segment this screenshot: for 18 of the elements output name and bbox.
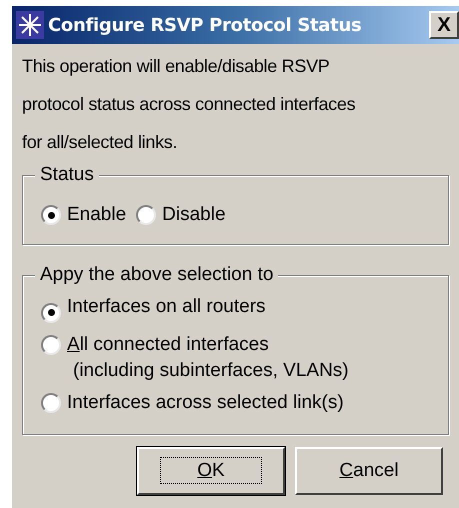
radio-button[interactable] xyxy=(41,334,61,354)
option-label: Interfaces on all routers xyxy=(67,295,266,319)
option-sublabel: (including subinterfaces, VLANs) xyxy=(72,358,349,382)
option-label: All connected interfaces xyxy=(67,332,270,356)
description-text: for all/selected links. xyxy=(22,131,178,154)
option-label: Enable xyxy=(67,202,126,227)
description-text: protocol status across connected interfaces xyxy=(22,93,356,116)
close-button[interactable]: X xyxy=(429,11,459,39)
option-label: Disable xyxy=(162,202,226,227)
dialog-button[interactable]: OK xyxy=(137,447,285,495)
description-text: This operation will enable/disable RSVP xyxy=(22,55,330,78)
radio-button[interactable] xyxy=(41,205,61,225)
radio-button[interactable] xyxy=(41,392,61,412)
radio-button[interactable] xyxy=(136,205,156,225)
option-label: Interfaces across selected link(s) xyxy=(67,390,344,414)
radio-button[interactable] xyxy=(41,302,61,322)
window-title: Configure RSVP Protocol Status xyxy=(48,14,362,38)
dialog-button[interactable]: Cancel xyxy=(295,447,443,495)
